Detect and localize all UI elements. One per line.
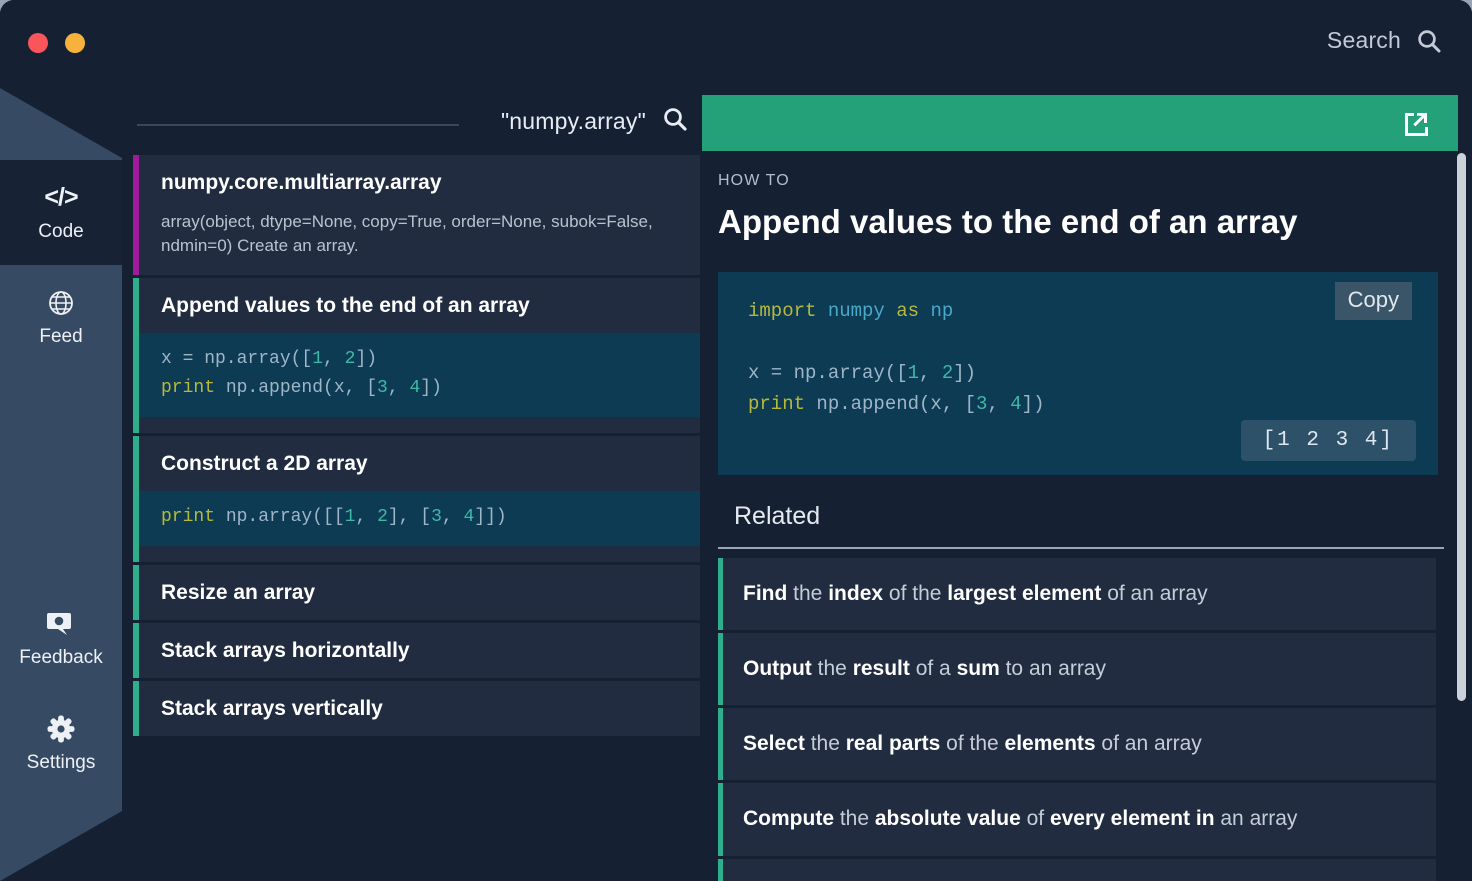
result-body: Resize an array — [139, 565, 700, 620]
result-title: Construct a 2D array — [139, 436, 700, 491]
related-accent-bar — [718, 708, 723, 780]
minimize-button[interactable] — [65, 33, 85, 53]
results-panel: "numpy.array" numpy.core.multiarray.arra… — [122, 88, 700, 881]
related-item[interactable]: Compute the absolute value of every elem… — [718, 783, 1436, 855]
search-input-underline — [137, 124, 459, 126]
sidebar-item-code[interactable]: </> Code — [0, 160, 122, 265]
global-search[interactable]: Search — [1327, 27, 1442, 54]
result-title: numpy.core.multiarray.array — [139, 155, 700, 210]
result-accent-bar — [133, 681, 139, 736]
result-body: Construct a 2D array — [139, 436, 700, 491]
sidebar-item-feed[interactable]: Feed — [0, 265, 122, 370]
related-accent-bar — [718, 633, 723, 705]
result-code-spacer — [139, 546, 700, 562]
result-title: Stack arrays vertically — [139, 681, 700, 736]
search-icon[interactable] — [1416, 28, 1442, 54]
related-item[interactable]: Output the result of a sum to an array — [718, 633, 1436, 705]
result-body: Stack arrays vertically — [139, 681, 700, 736]
search-input[interactable]: "numpy.array" — [501, 108, 646, 135]
detail-scrollbar[interactable] — [1457, 153, 1466, 701]
close-button[interactable] — [28, 33, 48, 53]
results-list: numpy.core.multiarray.arrayarray(object,… — [122, 155, 700, 881]
related-item[interactable] — [718, 859, 1436, 881]
related-item[interactable]: Select the real parts of the elements of… — [718, 708, 1436, 780]
sidebar-item-settings[interactable]: Settings — [0, 691, 122, 796]
result-item[interactable]: Append values to the end of an arrayx = … — [122, 278, 700, 433]
sidebar-item-settings-label: Settings — [27, 752, 96, 774]
sidebar-item-feed-label: Feed — [39, 326, 82, 348]
global-search-label: Search — [1327, 27, 1401, 54]
window-controls — [28, 33, 85, 53]
detail-content: HOW TO Append values to the end of an ar… — [702, 151, 1458, 881]
gear-icon — [46, 714, 76, 744]
external-link-icon[interactable] — [1402, 110, 1430, 143]
result-title: Resize an array — [139, 565, 700, 620]
result-code-snippet[interactable]: x = np.array([1, 2]) print np.append(x, … — [139, 333, 700, 417]
result-accent-bar — [133, 565, 139, 620]
detail-code[interactable]: import numpy as np x = np.array([1, 2]) … — [718, 272, 1438, 420]
related-item-label: Select the real parts of the elements of… — [723, 708, 1436, 780]
related-item[interactable]: Find the index of the largest element of… — [718, 558, 1436, 630]
feedback-icon — [46, 609, 76, 639]
sidebar-item-feedback[interactable]: Feedback — [0, 586, 122, 691]
sidebar-item-code-label: Code — [38, 221, 83, 243]
detail-header-bar — [702, 95, 1458, 151]
result-body: Append values to the end of an array — [139, 278, 700, 333]
code-icon: </> — [44, 183, 77, 213]
globe-icon — [47, 288, 75, 318]
result-body: Stack arrays horizontally — [139, 623, 700, 678]
related-accent-bar — [718, 859, 723, 881]
detail-panel: HOW TO Append values to the end of an ar… — [700, 95, 1472, 881]
app-window: Search </> Code — [0, 0, 1472, 881]
related-heading: Related — [718, 475, 1444, 549]
related-item-label: Output the result of a sum to an array — [723, 633, 1436, 705]
result-code-snippet[interactable]: print np.array([[1, 2], [3, 4]]) — [139, 491, 700, 546]
result-body: numpy.core.multiarray.arrayarray(object,… — [139, 155, 700, 275]
result-item[interactable]: Construct a 2D arrayprint np.array([[1, … — [122, 436, 700, 562]
result-description: array(object, dtype=None, copy=True, ord… — [139, 210, 700, 275]
result-code-spacer — [139, 417, 700, 433]
related-accent-bar — [718, 783, 723, 855]
title-bar: Search — [0, 0, 1472, 88]
detail-code-block: import numpy as np x = np.array([1, 2]) … — [718, 272, 1438, 475]
result-accent-bar — [133, 278, 139, 433]
sidebar: </> Code Feed Feedbac — [0, 88, 122, 881]
related-list: Find the index of the largest element of… — [702, 549, 1458, 881]
result-accent-bar — [133, 155, 139, 275]
detail-title: Append values to the end of an array — [702, 190, 1458, 242]
related-accent-bar — [718, 558, 723, 630]
related-item-label: Compute the absolute value of every elem… — [723, 783, 1436, 855]
result-accent-bar — [133, 436, 139, 562]
result-title: Stack arrays horizontally — [139, 623, 700, 678]
detail-kicker: HOW TO — [702, 151, 1458, 190]
result-item[interactable]: Stack arrays horizontally — [122, 623, 700, 678]
result-item[interactable]: Stack arrays vertically — [122, 681, 700, 736]
sidebar-item-feedback-label: Feedback — [19, 647, 102, 669]
code-output: [1 2 3 4] — [1241, 420, 1416, 461]
copy-button[interactable]: Copy — [1335, 282, 1412, 320]
result-item[interactable]: Resize an array — [122, 565, 700, 620]
related-item-label: Find the index of the largest element of… — [723, 558, 1436, 630]
related-item-label — [723, 859, 1436, 881]
search-bar[interactable]: "numpy.array" — [122, 88, 700, 155]
result-title: Append values to the end of an array — [139, 278, 700, 333]
result-accent-bar — [133, 623, 139, 678]
search-submit-icon[interactable] — [662, 106, 688, 137]
result-item[interactable]: numpy.core.multiarray.arrayarray(object,… — [122, 155, 700, 275]
